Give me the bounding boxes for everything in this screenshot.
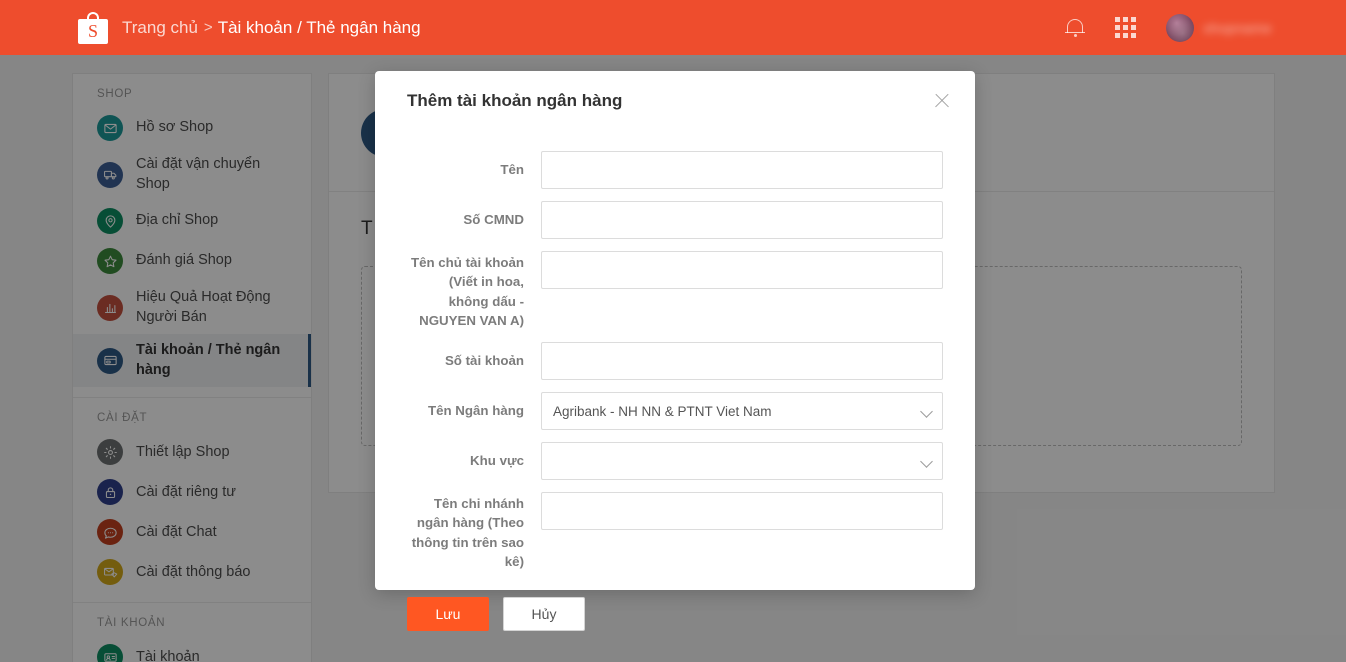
field-label: Tên bbox=[407, 160, 541, 179]
chevron-down-icon bbox=[920, 455, 933, 468]
top-header-bar: S Trang chủ > Tài khoản / Thẻ ngân hàng … bbox=[0, 0, 1346, 55]
breadcrumb-separator: > bbox=[204, 19, 213, 36]
cancel-button[interactable]: Hủy bbox=[503, 597, 585, 631]
modal-header: Thêm tài khoản ngân hàng bbox=[375, 71, 975, 131]
logo-letter: S bbox=[78, 19, 108, 44]
bell-base bbox=[1065, 32, 1085, 34]
input-t-n-ch-t-i-kho-n-vi-t-in-hoa-kh-ng[interactable] bbox=[541, 251, 943, 289]
select-khu-v-c[interactable] bbox=[541, 442, 943, 480]
input-t-n[interactable] bbox=[541, 151, 943, 189]
field-label: Tên Ngân hàng bbox=[407, 401, 541, 420]
field-label: Số CMND bbox=[407, 210, 541, 229]
save-button[interactable]: Lưu bbox=[407, 597, 489, 631]
form-row: Tên chủ tài khoản (Viết in hoa, không dấ… bbox=[407, 251, 943, 330]
breadcrumb: Trang chủ > Tài khoản / Thẻ ngân hàng bbox=[122, 18, 421, 38]
modal-title: Thêm tài khoản ngân hàng bbox=[407, 91, 622, 111]
input-s-cmnd[interactable] bbox=[541, 201, 943, 239]
form-row: Số CMND bbox=[407, 201, 943, 239]
breadcrumb-current: Tài khoản / Thẻ ngân hàng bbox=[218, 18, 421, 38]
select-t-n-ng-n-h-ng[interactable]: Agribank - NH NN & PTNT Viet Nam bbox=[541, 392, 943, 430]
bell-clapper bbox=[1074, 34, 1077, 37]
field-label: Tên chủ tài khoản (Viết in hoa, không dấ… bbox=[407, 251, 541, 330]
field-label: Tên chi nhánh ngân hàng (Theo thông tin … bbox=[407, 492, 541, 571]
apps-grid-icon[interactable] bbox=[1115, 17, 1136, 38]
select-value: Agribank - NH NN & PTNT Viet Nam bbox=[553, 404, 772, 419]
form-row: Tên Ngân hàng Agribank - NH NN & PTNT Vie… bbox=[407, 392, 943, 430]
add-bank-account-modal: Thêm tài khoản ngân hàng Tên Số CMND Tên c… bbox=[375, 71, 975, 590]
modal-form: Tên Số CMND Tên chủ tài khoản (Viết in hoa… bbox=[375, 131, 975, 571]
field-label: Khu vực bbox=[407, 451, 541, 470]
form-row: Tên chi nhánh ngân hàng (Theo thông tin … bbox=[407, 492, 943, 571]
header-actions: shopname bbox=[1065, 14, 1272, 42]
user-menu[interactable]: shopname bbox=[1166, 14, 1272, 42]
shopee-bag-icon[interactable]: S bbox=[78, 12, 108, 44]
user-name: shopname bbox=[1203, 20, 1272, 36]
input-s-t-i-kho-n[interactable] bbox=[541, 342, 943, 380]
field-label: Số tài khoản bbox=[407, 351, 541, 370]
form-row: Khu vực bbox=[407, 442, 943, 480]
bell-icon[interactable] bbox=[1065, 17, 1085, 39]
chevron-down-icon bbox=[920, 405, 933, 418]
breadcrumb-home-link[interactable]: Trang chủ bbox=[122, 18, 198, 38]
form-row: Số tài khoản bbox=[407, 342, 943, 380]
avatar bbox=[1166, 14, 1194, 42]
app-root: S Trang chủ > Tài khoản / Thẻ ngân hàng … bbox=[0, 0, 1346, 662]
modal-footer: Lưu Hủy bbox=[375, 583, 975, 657]
form-row: Tên bbox=[407, 151, 943, 189]
input-t-n-chi-nh-nh-ng-n-h-ng-theo-th-ng[interactable] bbox=[541, 492, 943, 530]
close-icon[interactable] bbox=[931, 90, 953, 112]
bell-dome bbox=[1067, 19, 1083, 33]
